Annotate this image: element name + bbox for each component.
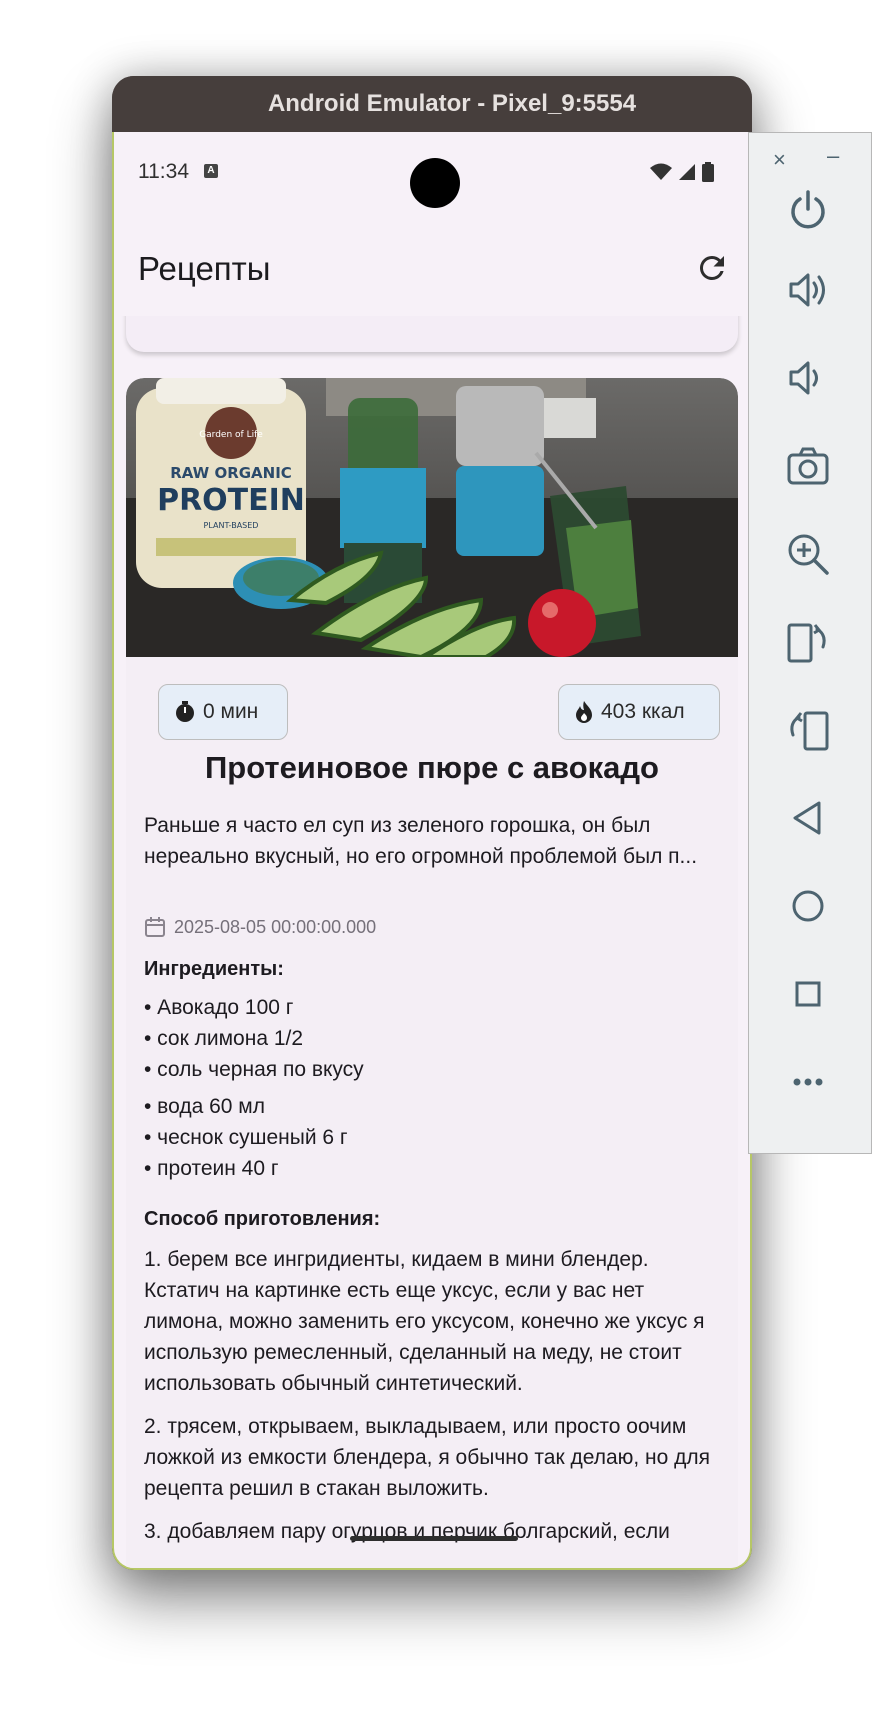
ingredient-item: • протеин 40 г bbox=[144, 1157, 279, 1180]
rotate-left-icon[interactable] bbox=[785, 619, 831, 665]
flame-icon bbox=[576, 701, 592, 723]
method-step: 1. берем все ингридиенты, кидаем в мини … bbox=[144, 1248, 705, 1395]
recipe-photo: Garden of Life RAW ORGANIC PROTEIN PLANT… bbox=[126, 378, 738, 657]
jar-label-2: PROTEIN bbox=[157, 483, 305, 518]
emulator-window: Android Emulator - Pixel_9:5554 11:34 A … bbox=[112, 76, 752, 1570]
cook-time-label: 0 мин bbox=[203, 700, 259, 723]
power-icon[interactable] bbox=[785, 187, 831, 233]
recipe-card[interactable]: Garden of Life RAW ORGANIC PROTEIN PLANT… bbox=[126, 378, 738, 1568]
method-step: 2. трясем, открываем, выкладываем, или п… bbox=[144, 1415, 711, 1500]
battery-icon bbox=[702, 162, 714, 182]
window-title: Android Emulator - Pixel_9:5554 bbox=[112, 76, 752, 132]
camera-icon[interactable] bbox=[785, 443, 831, 489]
ingredient-item: • Авокадо 100 г bbox=[144, 996, 294, 1019]
close-button[interactable]: × bbox=[773, 147, 786, 173]
wifi-icon bbox=[650, 163, 672, 180]
status-icons bbox=[650, 162, 714, 182]
ingredient-item: • соль черная по вкусу bbox=[144, 1058, 364, 1081]
phone-screen: 11:34 A Рецепты Garden of Life RAW ORGAN… bbox=[112, 132, 752, 1570]
method-heading: Способ приготовления: bbox=[144, 1208, 381, 1230]
ingredient-item: • чеснок сушеный 6 г bbox=[144, 1126, 348, 1149]
jar-label-3: PLANT-BASED bbox=[204, 521, 259, 530]
signal-icon bbox=[679, 164, 695, 180]
app-bar: Рецепты bbox=[114, 212, 750, 316]
ingredients-heading: Ингредиенты: bbox=[144, 958, 284, 980]
emulator-side-panel: × – bbox=[748, 132, 872, 1154]
recipe-list[interactable]: Garden of Life RAW ORGANIC PROTEIN PLANT… bbox=[114, 316, 750, 1568]
side-panel-header: × – bbox=[749, 133, 871, 183]
previous-recipe-card[interactable] bbox=[126, 316, 738, 352]
refresh-icon[interactable] bbox=[694, 250, 730, 286]
zoom-icon[interactable] bbox=[785, 531, 831, 577]
ingredient-item: • вода 60 мл bbox=[144, 1095, 265, 1118]
timer-icon bbox=[176, 701, 194, 722]
home-icon[interactable] bbox=[785, 883, 831, 929]
overview-icon[interactable] bbox=[785, 971, 831, 1017]
ingredient-item: • сок лимона 1/2 bbox=[144, 1027, 304, 1050]
jar-label-1: RAW ORGANIC bbox=[170, 464, 292, 482]
calendar-icon bbox=[145, 917, 165, 937]
front-camera bbox=[410, 158, 460, 208]
cook-time-chip[interactable]: 0 мин bbox=[158, 684, 288, 740]
calories-chip[interactable]: 403 ккал bbox=[558, 684, 720, 740]
method-step: 3. добавляем пару огурцов и перчик болга… bbox=[144, 1520, 670, 1543]
minimize-button[interactable]: – bbox=[827, 143, 839, 169]
recipe-title: Протеиновое пюре с авокадо bbox=[205, 750, 659, 785]
more-icon[interactable] bbox=[785, 1059, 831, 1105]
method-steps: 1. берем все ингридиенты, кидаем в мини … bbox=[144, 1244, 728, 1559]
volume-up-icon[interactable] bbox=[785, 267, 831, 313]
recipe-date: 2025-08-05 00:00:00.000 bbox=[174, 916, 377, 937]
app-title: Рецепты bbox=[138, 250, 271, 287]
rotate-right-icon[interactable] bbox=[785, 707, 831, 753]
calories-label: 403 ккал bbox=[601, 700, 685, 723]
recipe-date-row: 2025-08-05 00:00:00.000 bbox=[144, 916, 376, 938]
status-time: 11:34 bbox=[138, 160, 189, 183]
recipe-description: Раньше я часто ел суп из зеленого горошк… bbox=[144, 814, 698, 868]
gesture-home-bar[interactable] bbox=[350, 1536, 518, 1541]
jar-brand: Garden of Life bbox=[199, 430, 263, 440]
notification-icon: A bbox=[204, 164, 218, 178]
volume-down-icon[interactable] bbox=[785, 355, 831, 401]
status-bar: 11:34 A bbox=[114, 132, 750, 212]
ingredients-list: • Авокадо 100 г • сок лимона 1/2 • соль … bbox=[144, 992, 364, 1184]
back-icon[interactable] bbox=[785, 795, 831, 841]
